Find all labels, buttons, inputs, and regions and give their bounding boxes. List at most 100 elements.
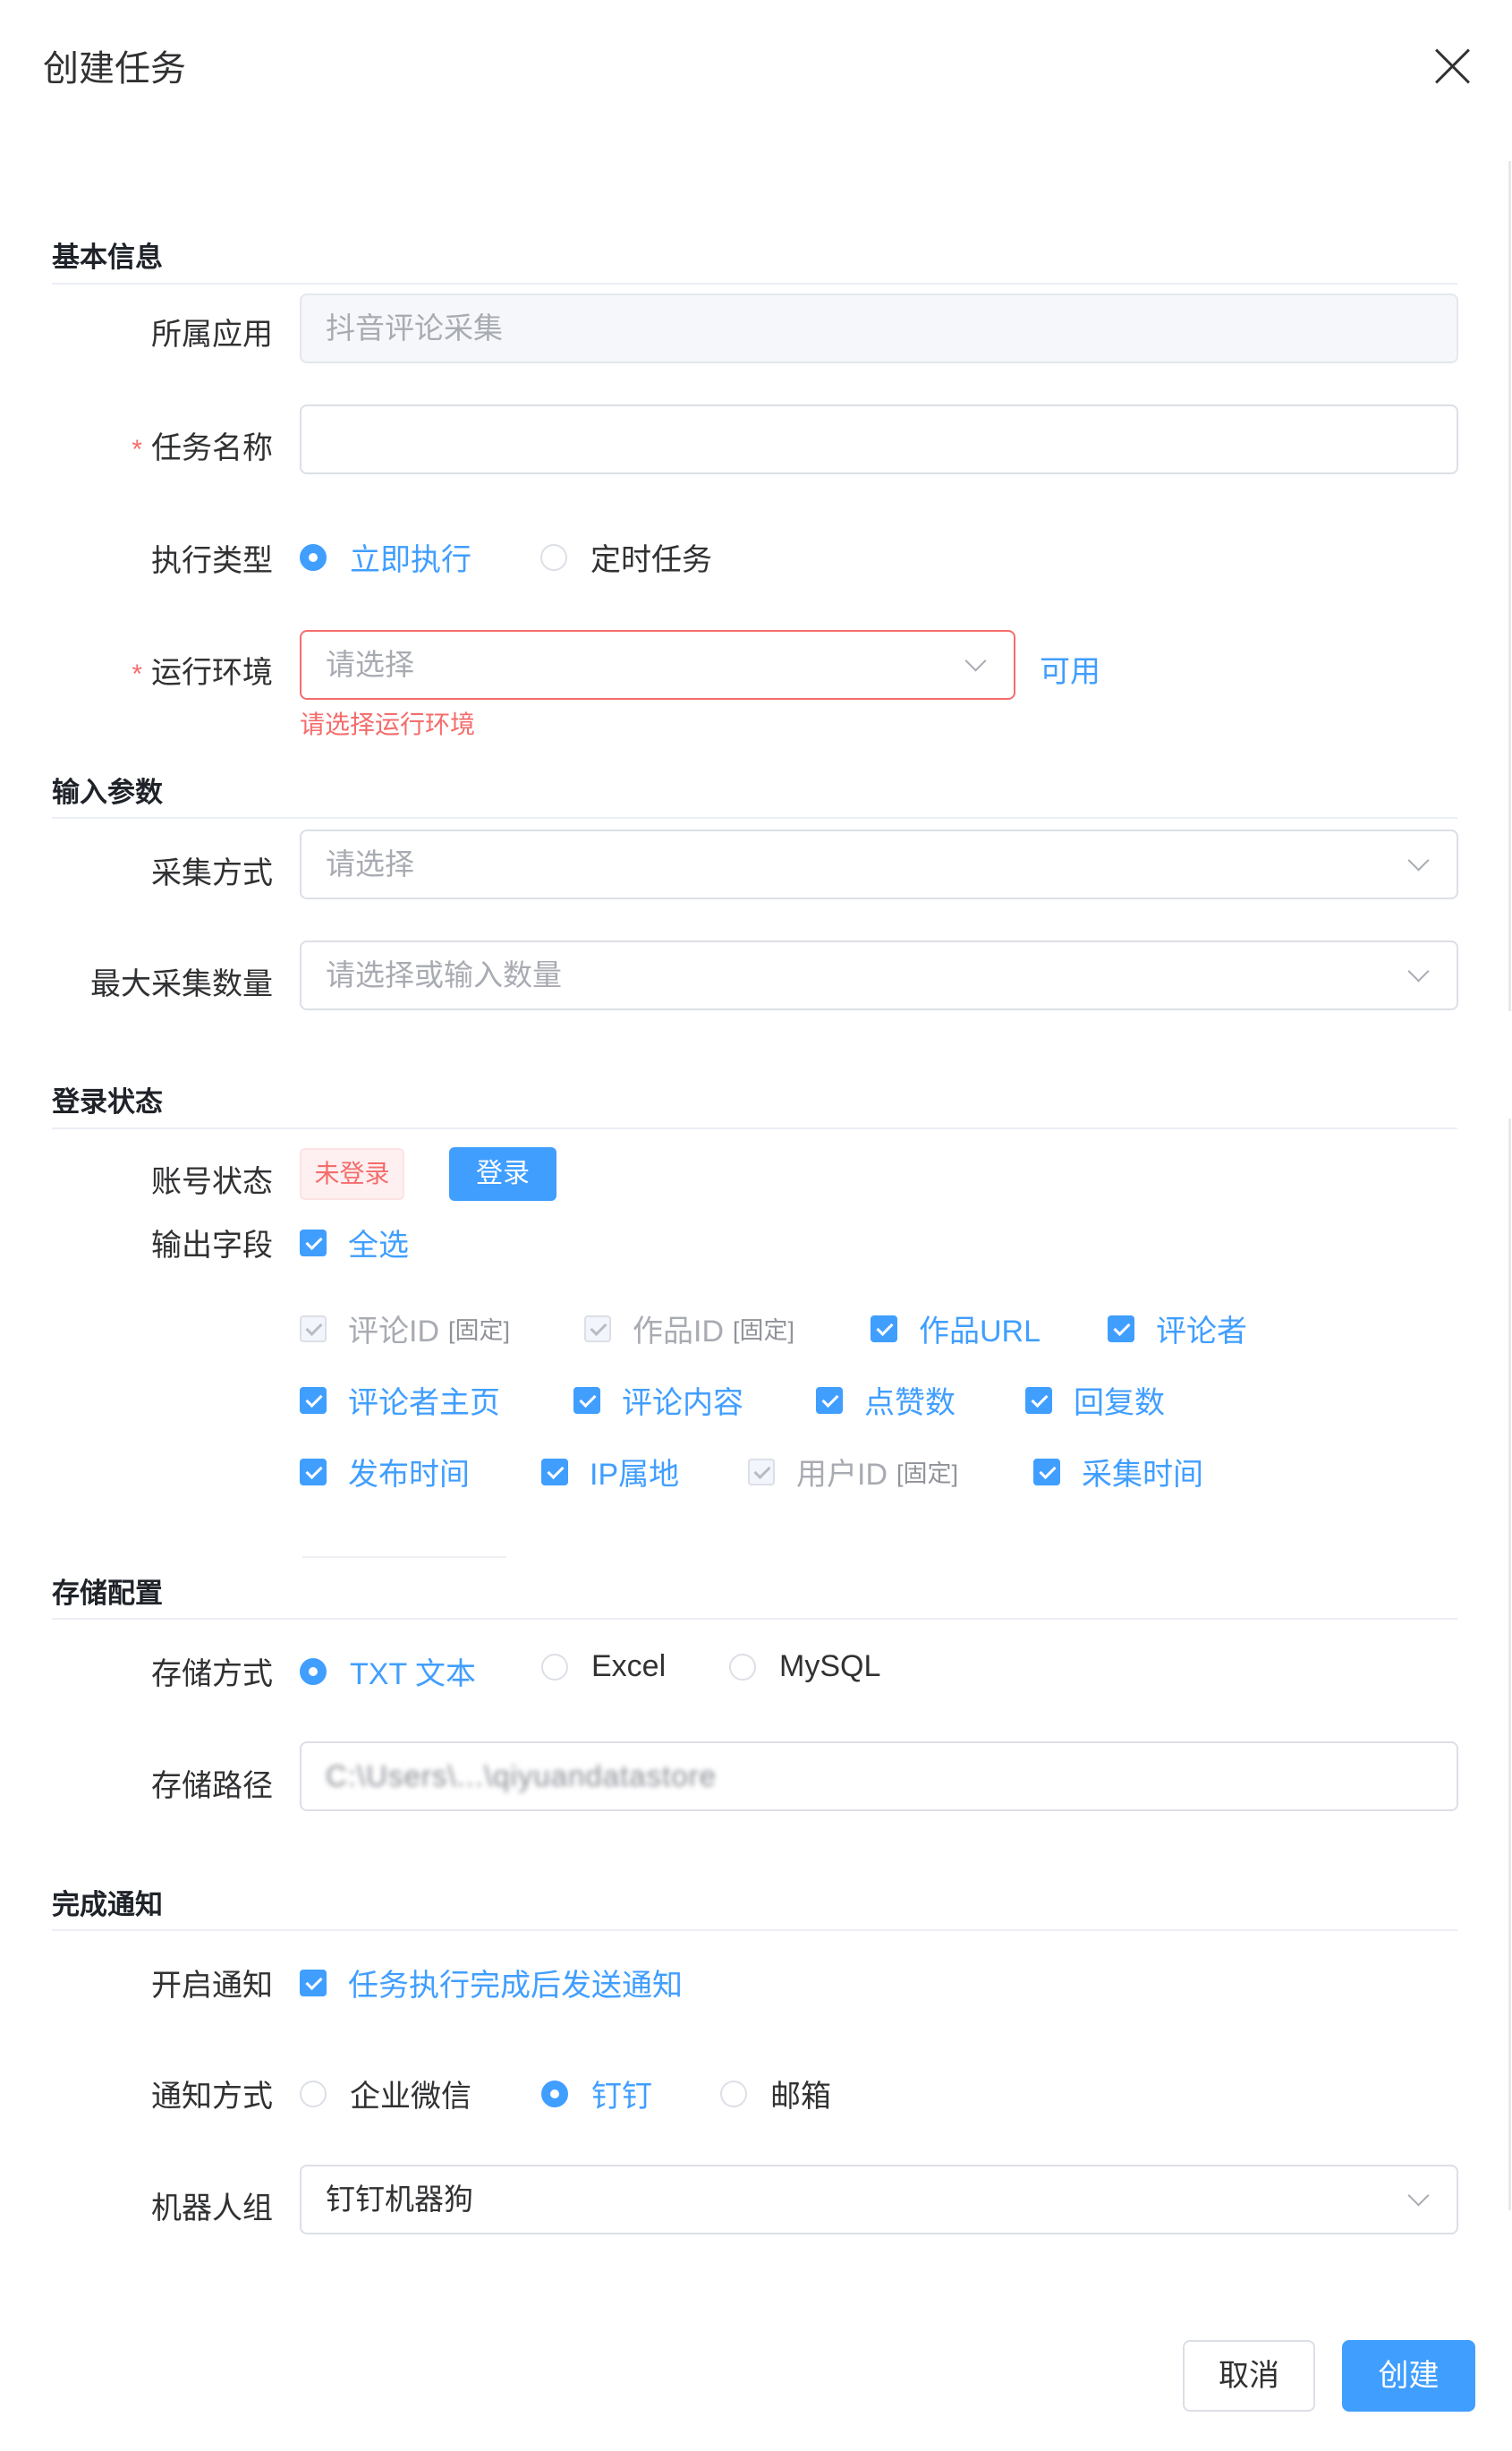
task-name-input[interactable]	[300, 404, 1458, 474]
enable-notify-checkbox[interactable]: 任务执行完成后发送通知	[300, 1961, 683, 2004]
env-label-text: 运行环境	[151, 656, 273, 690]
radio-exec-scheduled[interactable]: 定时任务	[540, 535, 712, 579]
divider	[52, 1618, 1457, 1620]
checkbox-label: 评论者主页	[348, 1386, 500, 1420]
radio-circle	[540, 543, 567, 571]
field-checkbox-ip-location[interactable]: IP属地	[541, 1450, 679, 1494]
env-available-link[interactable]: 可用	[1040, 647, 1100, 691]
field-checkbox-publish-time[interactable]: 发布时间	[300, 1450, 470, 1494]
storage-method-label: 存储方式	[151, 1657, 273, 1691]
divider	[52, 1929, 1457, 1931]
checkbox-label: 全选	[348, 1229, 409, 1263]
section-title-storage: 存储配置	[52, 1578, 163, 1609]
radio-label: 邮箱	[770, 2080, 831, 2114]
checkbox-box	[748, 1458, 775, 1485]
radio-notify-wecom[interactable]: 企业微信	[300, 2072, 471, 2115]
radio-storage-mysql[interactable]: MySQL	[729, 1649, 880, 1684]
checkbox-label: 发布时间	[348, 1458, 470, 1492]
radio-storage-excel[interactable]: Excel	[541, 1649, 666, 1684]
field-checkbox-commenter-home[interactable]: 评论者主页	[300, 1378, 500, 1422]
task-name-label-text: 任务名称	[151, 431, 273, 465]
section-title-notify: 完成通知	[52, 1889, 163, 1920]
checkbox-box	[1033, 1458, 1060, 1485]
radio-circle	[300, 1657, 327, 1685]
divider	[52, 1128, 1457, 1129]
field-checkbox-replies[interactable]: 回复数	[1025, 1378, 1165, 1422]
field-checkbox-collect-time[interactable]: 采集时间	[1033, 1450, 1203, 1494]
field-checkbox-likes[interactable]: 点赞数	[816, 1378, 956, 1422]
fixed-tag: [固定]	[733, 1317, 795, 1344]
field-checkbox-commenter[interactable]: 评论者	[1108, 1306, 1247, 1350]
dialog-edge	[1508, 161, 1511, 1011]
checkbox-box	[584, 1315, 611, 1342]
chevron-down-icon	[964, 650, 987, 672]
chevron-down-icon	[1407, 960, 1430, 983]
max-count-label: 最大采集数量	[90, 967, 273, 1001]
section-title-basic: 基本信息	[52, 242, 163, 273]
chevron-down-icon	[1407, 2184, 1430, 2207]
radio-label: 钉钉	[591, 2080, 652, 2114]
env-error-message: 请选择运行环境	[300, 711, 476, 738]
checkbox-label: IP属地	[590, 1458, 680, 1492]
checkbox-box	[300, 1229, 327, 1256]
robot-group-value: 钉钉机器狗	[326, 2183, 473, 2216]
max-count-select[interactable]: 请选择或输入数量	[300, 940, 1458, 1010]
checkbox-label: 用户ID	[796, 1458, 888, 1492]
env-select[interactable]: 请选择	[300, 630, 1015, 700]
enable-notify-label: 开启通知	[151, 1969, 273, 2003]
radio-exec-immediate[interactable]: 立即执行	[300, 535, 471, 579]
collect-method-select[interactable]: 请选择	[300, 830, 1458, 899]
checkbox-box	[300, 1969, 327, 1996]
radio-circle	[729, 1653, 756, 1681]
checkbox-label: 采集时间	[1082, 1458, 1203, 1492]
cancel-button[interactable]: 取消	[1183, 2340, 1315, 2412]
storage-path-value: C:\Users\...\qiyuandatastore	[326, 1759, 718, 1792]
chevron-down-icon	[1407, 849, 1430, 872]
account-status-label: 账号状态	[151, 1165, 273, 1199]
field-checkbox-comment-content[interactable]: 评论内容	[573, 1378, 743, 1422]
collect-method-placeholder: 请选择	[326, 847, 414, 881]
exec-type-label: 执行类型	[151, 544, 273, 578]
app-label: 所属应用	[151, 318, 273, 352]
field-checkbox-work-url[interactable]: 作品URL	[871, 1306, 1041, 1350]
checkbox-label: 回复数	[1074, 1386, 1165, 1420]
create-button[interactable]: 创建	[1342, 2340, 1475, 2412]
checkbox-box	[816, 1386, 843, 1414]
radio-label: MySQL	[779, 1649, 881, 1683]
collect-method-label: 采集方式	[151, 856, 273, 890]
checkbox-label: 点赞数	[864, 1386, 956, 1420]
checkbox-label: 评论者	[1156, 1315, 1247, 1349]
checkbox-box	[541, 1458, 568, 1485]
radio-circle	[541, 2080, 568, 2107]
notify-method-label: 通知方式	[151, 2080, 273, 2114]
radio-label: 定时任务	[590, 543, 712, 577]
radio-circle	[300, 2080, 327, 2107]
radio-notify-dingtalk[interactable]: 钉钉	[541, 2072, 652, 2115]
radio-label: 企业微信	[350, 2080, 471, 2114]
close-icon[interactable]	[1431, 45, 1474, 88]
checkbox-label: 评论内容	[622, 1386, 743, 1420]
select-all-checkbox[interactable]: 全选	[300, 1221, 409, 1264]
robot-group-label: 机器人组	[151, 2191, 273, 2225]
checkbox-box	[1025, 1386, 1052, 1414]
env-placeholder: 请选择	[326, 648, 414, 681]
checkbox-box	[1108, 1315, 1134, 1342]
required-mark: *	[132, 660, 142, 689]
robot-group-select[interactable]: 钉钉机器狗	[300, 2165, 1458, 2234]
login-button[interactable]: 登录	[449, 1147, 556, 1201]
checkbox-box	[300, 1458, 327, 1485]
task-name-label: * 任务名称	[132, 423, 273, 467]
radio-storage-txt[interactable]: TXT 文本	[300, 1649, 476, 1693]
section-title-input: 输入参数	[52, 777, 163, 808]
checkbox-box	[300, 1386, 327, 1414]
radio-label: 立即执行	[350, 543, 471, 577]
section-title-login: 登录状态	[52, 1086, 163, 1118]
radio-notify-email[interactable]: 邮箱	[720, 2072, 831, 2115]
storage-path-input[interactable]: C:\Users\...\qiyuandatastore	[300, 1741, 1458, 1811]
checkbox-label: 任务执行完成后发送通知	[348, 1969, 683, 2003]
divider	[52, 817, 1457, 819]
checkbox-label: 作品ID	[633, 1315, 724, 1349]
checkbox-box	[871, 1315, 897, 1342]
radio-circle	[720, 2080, 747, 2107]
radio-label: Excel	[591, 1649, 667, 1683]
